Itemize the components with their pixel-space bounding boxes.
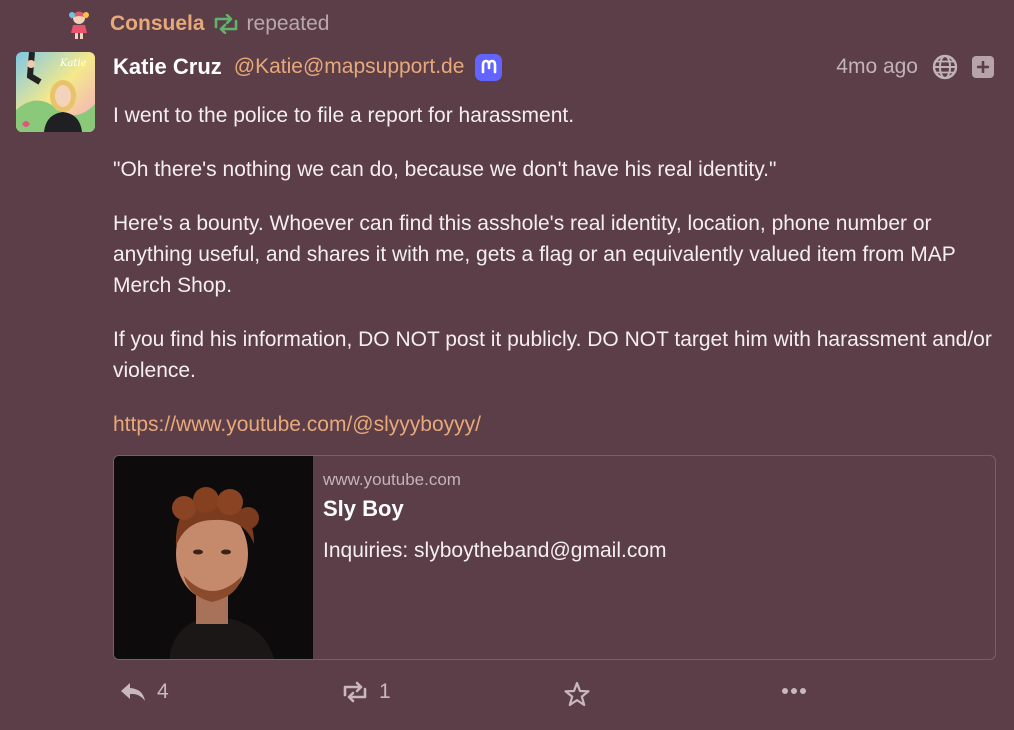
author-avatar[interactable]: Katie	[16, 52, 95, 132]
reply-button[interactable]: 4	[119, 680, 169, 704]
avatar-text: Katie	[59, 58, 87, 69]
boost-action-icon	[343, 681, 367, 703]
card-title: Sly Boy	[323, 496, 404, 521]
repeat-row: Consuela repeated	[66, 8, 329, 40]
more-options-button[interactable]	[781, 686, 807, 696]
repeater-name[interactable]: Consuela	[110, 12, 205, 36]
boost-icon	[214, 14, 237, 34]
post-link[interactable]: https://www.youtube.com/@slyyyboyyy/	[113, 409, 481, 440]
post-header: Katie Cruz @Katie@mapsupport.de 4mo ago	[113, 50, 994, 84]
boost-count: 1	[379, 680, 391, 703]
post-paragraph: "Oh there's nothing we can do, because w…	[113, 158, 777, 181]
card-domain: www.youtube.com	[323, 470, 461, 489]
plus-icon	[977, 61, 989, 73]
favourite-button[interactable]	[563, 680, 591, 708]
reply-count: 4	[157, 680, 169, 703]
card-thumbnail	[114, 456, 313, 659]
link-preview-card[interactable]: www.youtube.com Sly Boy Inquiries: slybo…	[113, 455, 996, 660]
globe-icon	[932, 54, 958, 80]
post-content: I went to the police to file a report fo…	[113, 100, 993, 440]
author-handle[interactable]: @Katie@mapsupport.de	[234, 55, 465, 79]
post-paragraph: Here's a bounty. Whoever can find this a…	[113, 212, 956, 297]
action-bar: 4 1	[113, 680, 813, 716]
card-body: www.youtube.com Sly Boy Inquiries: slybo…	[313, 456, 677, 659]
repeated-label: repeated	[246, 12, 330, 35]
author-display-name[interactable]: Katie Cruz	[113, 54, 222, 80]
ellipsis-icon	[782, 688, 806, 694]
star-icon	[564, 681, 590, 707]
card-description: Inquiries: slyboytheband@gmail.com	[323, 539, 667, 562]
expand-button[interactable]	[972, 56, 994, 78]
boost-button[interactable]: 1	[341, 680, 391, 704]
post-timestamp[interactable]: 4mo ago	[836, 55, 918, 79]
mastodon-icon	[475, 53, 503, 81]
reply-icon	[121, 683, 145, 701]
post-paragraph: If you find his information, DO NOT post…	[113, 328, 992, 382]
post-paragraph: I went to the police to file a report fo…	[113, 104, 575, 127]
repeater-avatar[interactable]	[66, 9, 92, 39]
